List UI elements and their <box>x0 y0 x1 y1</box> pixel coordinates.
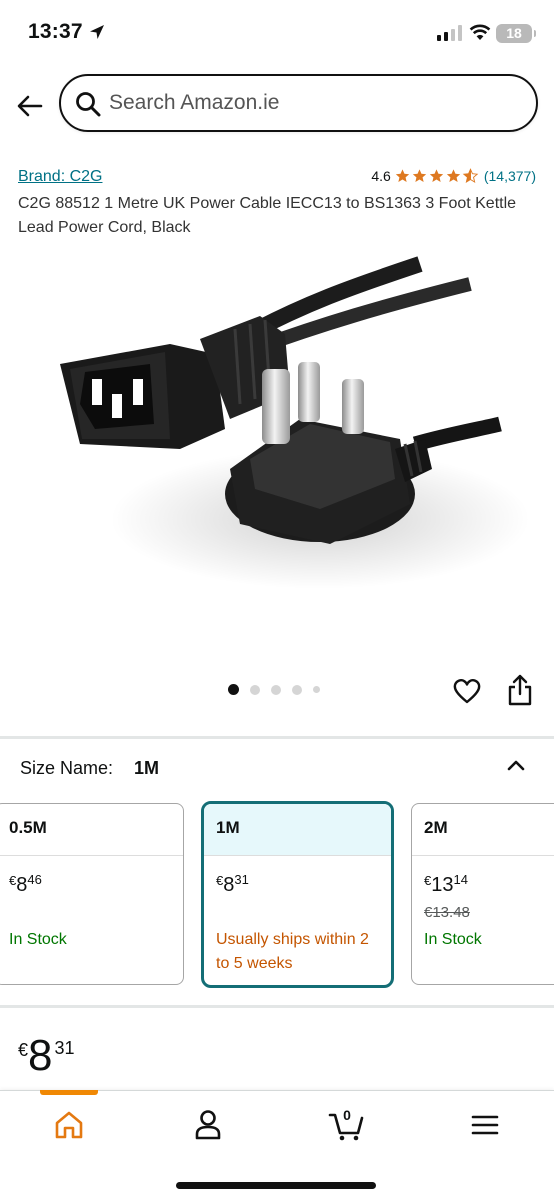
star-rating <box>394 168 479 184</box>
price-cents: 46 <box>27 872 42 887</box>
battery-indicator: 18 <box>496 24 536 43</box>
price-cents: 14 <box>453 872 468 887</box>
search-bar[interactable] <box>59 74 538 132</box>
status-bar: 13:37 18 <box>0 0 554 66</box>
carousel-dot[interactable] <box>271 684 281 695</box>
cart-count: 0 <box>343 1107 351 1123</box>
star-half-icon <box>462 168 479 183</box>
size-option-price: €1314 <box>424 872 468 897</box>
size-option-1m[interactable]: 1M €831 Usually ships within 2 to 5 week… <box>201 801 394 988</box>
carousel-dot[interactable] <box>250 684 260 695</box>
size-option-price: €831 <box>216 872 249 897</box>
price-currency: € <box>216 873 224 888</box>
share-icon[interactable] <box>506 673 534 707</box>
carousel-dot[interactable] <box>313 686 320 693</box>
back-arrow-icon[interactable] <box>14 90 46 122</box>
star-full-icon <box>429 169 444 182</box>
size-selected-value: 1M <box>134 758 160 778</box>
star-full-icon <box>395 169 410 182</box>
size-option-name: 1M <box>204 804 391 856</box>
chevron-up-icon[interactable] <box>505 754 527 776</box>
cellular-signal-icon <box>437 25 462 41</box>
heart-icon[interactable] <box>452 676 482 706</box>
rating-value: 4.6 <box>371 168 391 184</box>
rating-count-link[interactable]: (14,377) <box>484 168 536 184</box>
price-whole: 8 <box>28 1031 53 1080</box>
product-title: C2G 88512 1 Metre UK Power Cable IECC13 … <box>18 195 517 236</box>
size-option-0-5m[interactable]: 0.5M €846 In Stock <box>0 803 184 985</box>
product-image[interactable] <box>0 244 554 674</box>
section-divider <box>0 1005 554 1008</box>
star-full-icon <box>446 169 461 182</box>
stock-status: Usually ships within 2 to 5 weeks <box>216 931 369 972</box>
rating-summary[interactable]: 4.6 (14,377) <box>371 168 536 184</box>
price-cents: 31 <box>234 872 249 887</box>
search-input[interactable] <box>109 85 509 121</box>
was-price: €13.48 <box>424 904 470 921</box>
home-indicator[interactable] <box>176 1182 376 1189</box>
location-arrow-icon <box>90 25 104 39</box>
carousel-dot[interactable] <box>292 684 302 695</box>
price-currency: € <box>424 873 432 888</box>
brand-link[interactable]: Brand: C2G <box>18 168 102 186</box>
price-whole: 8 <box>223 874 235 896</box>
size-option-price: €846 <box>9 872 42 897</box>
product-price: € 8 31 <box>18 1032 75 1080</box>
wifi-icon <box>469 24 491 40</box>
price-currency: € <box>18 1040 29 1060</box>
star-full-icon <box>412 169 427 182</box>
price-cents: 31 <box>54 1038 75 1058</box>
status-time: 13:37 <box>28 20 83 43</box>
stock-status: In Stock <box>9 931 67 948</box>
search-header <box>0 66 554 146</box>
active-tab-indicator <box>40 1090 98 1095</box>
price-whole: 8 <box>16 874 28 896</box>
cart-button[interactable]: 0 <box>327 1105 367 1145</box>
search-icon <box>76 92 101 117</box>
section-divider <box>0 736 554 739</box>
account-icon[interactable] <box>188 1105 228 1145</box>
price-whole: 13 <box>431 874 454 896</box>
size-option-2m[interactable]: 2M €1314 €13.48 In Stock <box>411 803 554 985</box>
size-label: Size Name: <box>20 758 114 778</box>
image-carousel-dots[interactable] <box>228 684 320 695</box>
size-option-name: 2M <box>412 804 554 856</box>
home-icon[interactable] <box>49 1105 89 1145</box>
price-currency: € <box>9 873 17 888</box>
stock-status: In Stock <box>424 931 482 948</box>
menu-icon[interactable] <box>465 1105 505 1145</box>
size-option-name: 0.5M <box>0 804 183 856</box>
carousel-dot[interactable] <box>228 684 239 695</box>
